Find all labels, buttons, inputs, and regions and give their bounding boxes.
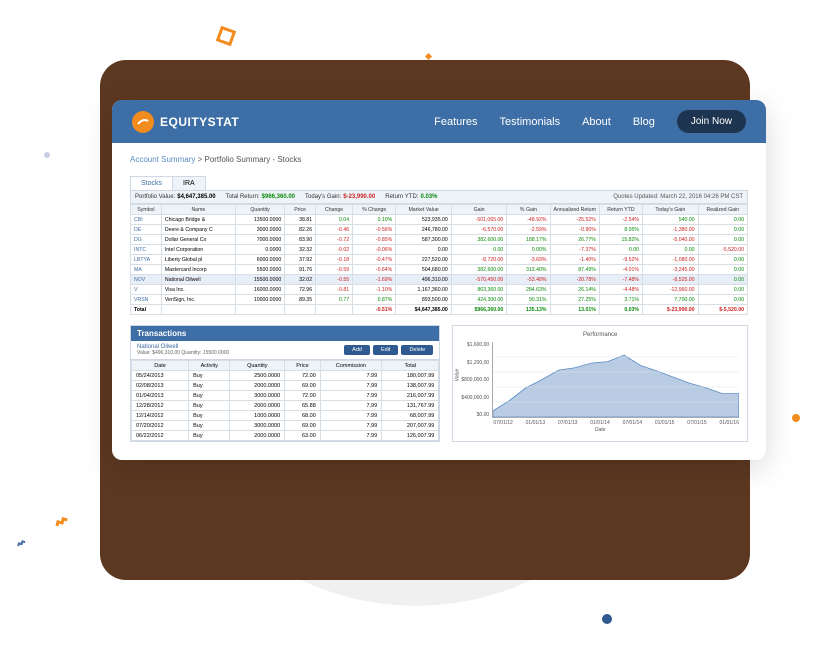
nav-testimonials[interactable]: Testimonials xyxy=(500,116,561,128)
col-header[interactable]: Gain xyxy=(451,205,507,215)
table-row[interactable]: DGDollar General Co7000.000083.90-0.72-0… xyxy=(131,235,748,245)
breadcrumb-current: Portfolio Summary - Stocks xyxy=(204,155,301,164)
table-row[interactable]: 12/14/2012Buy1000.000068.007.9968,007.99 xyxy=(132,411,439,421)
table-row[interactable]: 02/08/2013Buy2000.000069.007.99138,007.9… xyxy=(132,381,439,391)
quotes-updated: Quotes Updated: March 22, 2016 04:26 PM … xyxy=(613,194,743,200)
total-return: $966,360.00 xyxy=(262,194,295,200)
col-header[interactable]: Total xyxy=(382,361,439,371)
col-header[interactable]: Realized Gain xyxy=(698,205,747,215)
breadcrumb: Account Summary > Portfolio Summary - St… xyxy=(130,155,748,164)
portfolio-summary-bar: Portfolio Value: $4,647,385.00 Total Ret… xyxy=(130,191,748,204)
col-header[interactable]: % Gain xyxy=(507,205,550,215)
performance-chart xyxy=(492,342,739,418)
table-row[interactable]: DEDeere & Company C3000.000082.26-0.46-0… xyxy=(131,225,748,235)
col-header[interactable]: % Change xyxy=(353,205,396,215)
breadcrumb-root[interactable]: Account Summary xyxy=(130,155,195,164)
app-window: EQUITYSTAT Features Testimonials About B… xyxy=(112,100,766,460)
account-tabs: Stocks IRA xyxy=(130,176,748,191)
tab-ira[interactable]: IRA xyxy=(173,176,206,190)
totals-row: Total-0.51%$4,647,385.00$966,360.00135.1… xyxy=(131,305,748,315)
col-header[interactable]: Date xyxy=(132,361,189,371)
delete-button[interactable]: Delete xyxy=(401,345,433,355)
add-button[interactable]: Add xyxy=(344,345,370,355)
table-row[interactable]: 05/24/2013Buy2500.000072.007.99180,007.9… xyxy=(132,371,439,381)
transactions-meta: Value: $496,310.00 Quantity: 15500.0000 xyxy=(137,350,229,356)
transactions-panel: Transactions National Oilwell Value: $49… xyxy=(130,325,440,442)
col-header[interactable]: Price xyxy=(285,205,316,215)
table-row[interactable]: LBTYALiberty Global pl6000.000037.92-0.1… xyxy=(131,255,748,265)
transactions-table: DateActivityQuantityPriceCommissionTotal… xyxy=(131,360,439,441)
nav-blog[interactable]: Blog xyxy=(633,116,655,128)
col-header[interactable]: Commission xyxy=(320,361,381,371)
navbar: EQUITYSTAT Features Testimonials About B… xyxy=(112,100,766,143)
performance-panel: Value Performance $1,600,00$1,200,00$800… xyxy=(452,325,748,442)
col-header[interactable]: Quantity xyxy=(230,361,285,371)
col-header[interactable]: Activity xyxy=(189,361,230,371)
join-now-button[interactable]: Join Now xyxy=(677,110,746,133)
transactions-title: Transactions xyxy=(131,326,439,341)
table-row[interactable]: 01/04/2013Buy3000.000072.007.99216,007.9… xyxy=(132,391,439,401)
table-row[interactable]: CBIChicago Bridge &13500.000038.810.040.… xyxy=(131,215,748,225)
table-row[interactable]: 07/20/2012Buy3000.000069.007.99207,007.9… xyxy=(132,421,439,431)
logo-icon xyxy=(132,111,154,133)
table-row[interactable]: NOVNational Oilwell15500.000032.02-0.55-… xyxy=(131,275,748,285)
nav-features[interactable]: Features xyxy=(434,116,477,128)
chart-title: Performance xyxy=(461,332,739,338)
nav-about[interactable]: About xyxy=(582,116,611,128)
edit-button[interactable]: Edit xyxy=(373,345,398,355)
table-row[interactable]: 12/28/2012Buy2000.000065.887.99131,767.9… xyxy=(132,401,439,411)
col-header[interactable]: Change xyxy=(316,205,353,215)
col-header[interactable]: Quantity xyxy=(235,205,284,215)
nav-links: Features Testimonials About Blog Join No… xyxy=(434,110,746,133)
stocks-table: SymbolNameQuantityPriceChange% ChangeMar… xyxy=(130,204,748,315)
col-header[interactable]: Name xyxy=(161,205,235,215)
col-header[interactable]: Annualized Return xyxy=(550,205,599,215)
col-header[interactable]: Today's Gain xyxy=(643,205,699,215)
return-ytd: 0.03% xyxy=(420,194,437,200)
table-row[interactable]: VRSNVeriSign, Inc.10000.000089.350.770.8… xyxy=(131,295,748,305)
table-row[interactable]: VVisa Inc.16000.000072.96-0.81-1.10%1,16… xyxy=(131,285,748,295)
brand-name: EQUITYSTAT xyxy=(160,115,239,129)
tab-stocks[interactable]: Stocks xyxy=(130,176,173,190)
logo[interactable]: EQUITYSTAT xyxy=(132,111,239,133)
col-header[interactable]: Return YTD xyxy=(599,205,642,215)
table-row[interactable]: 06/22/2012Buy2000.000063.007.99126,007.9… xyxy=(132,431,439,441)
col-header[interactable]: Market Value xyxy=(396,205,452,215)
portfolio-value: $4,647,385.00 xyxy=(177,194,215,200)
col-header[interactable]: Symbol xyxy=(131,205,162,215)
col-header[interactable]: Price xyxy=(285,361,321,371)
table-row[interactable]: MAMastercard Incorp5500.000091.76-0.59-0… xyxy=(131,265,748,275)
table-row[interactable]: INTCIntel Corporation0.000032.32-0.02-0.… xyxy=(131,245,748,255)
todays-gain: $-23,990.00 xyxy=(343,194,375,200)
